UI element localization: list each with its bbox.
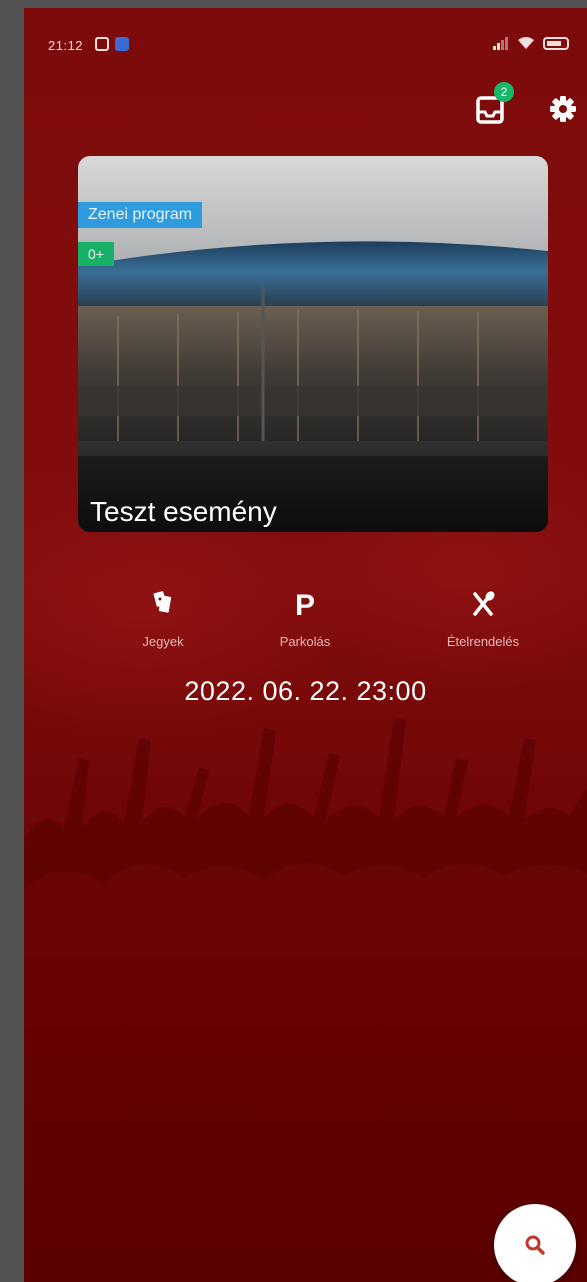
- quick-action-food-label: Ételrendelés: [446, 634, 520, 649]
- event-title: Teszt esemény: [90, 496, 277, 527]
- search-button[interactable]: [494, 1204, 576, 1282]
- notification-icon: [95, 37, 109, 51]
- age-rating-tag: 0+: [78, 242, 114, 266]
- status-bar: 21:12: [24, 8, 587, 82]
- ticket-icon: [153, 591, 172, 613]
- quick-action-food[interactable]: Ételrendelés: [408, 586, 558, 666]
- gear-icon[interactable]: [548, 94, 578, 124]
- wifi-icon: [518, 37, 534, 49]
- quick-action-tickets-label: Jegyek: [142, 634, 184, 649]
- quick-action-parking[interactable]: P Parkolás: [230, 586, 380, 666]
- food-icon: [473, 591, 495, 616]
- status-time: 21:12: [48, 38, 84, 53]
- parking-icon: P: [295, 589, 315, 620]
- crowd-silhouette-background: [24, 718, 587, 958]
- device-frame-top: [0, 0, 587, 8]
- status-right-icons: [493, 36, 569, 50]
- inbox-badge: 2: [494, 82, 514, 102]
- app-screen: 21:12 2 Zenei program 0+ Teszt esemény J…: [24, 8, 587, 1282]
- quick-action-parking-label: Parkolás: [279, 634, 331, 649]
- app-icon: [115, 37, 129, 51]
- event-datetime: 2022. 06. 22. 23:00: [184, 676, 427, 706]
- category-tag: Zenei program: [78, 202, 203, 228]
- signal-icon: [493, 36, 508, 50]
- device-frame-left: [0, 0, 24, 1282]
- quick-actions: Jegyek P Parkolás Ételrendelés: [24, 586, 587, 666]
- quick-action-tickets[interactable]: Jegyek: [88, 586, 238, 666]
- search-icon: [525, 1235, 545, 1255]
- svg-text:P: P: [295, 589, 315, 620]
- event-card[interactable]: Zenei program 0+ Teszt esemény: [78, 156, 548, 532]
- battery-icon: [543, 36, 569, 50]
- top-actions: 2: [24, 82, 587, 152]
